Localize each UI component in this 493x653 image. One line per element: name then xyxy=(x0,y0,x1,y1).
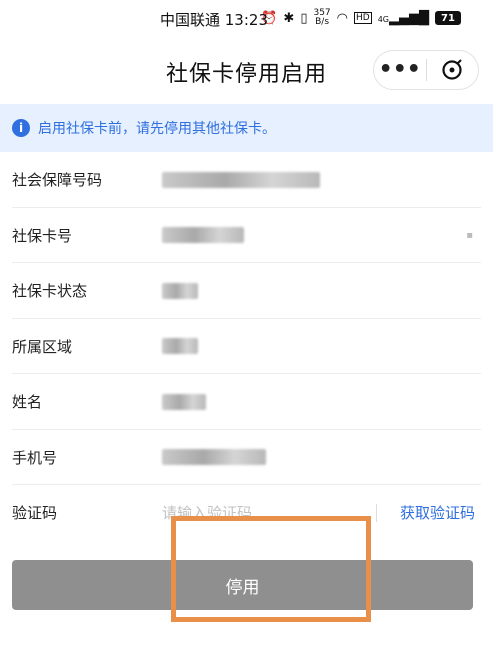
form-row-ssn: 社会保障号码 xyxy=(0,152,493,208)
close-circle-icon xyxy=(442,59,462,80)
get-code-button[interactable]: 获取验证码 xyxy=(400,502,475,523)
signal-label: 4G xyxy=(377,14,389,24)
net-speed: 357 B/s xyxy=(313,9,330,27)
redacted-value xyxy=(162,449,266,466)
form-row-card-number: 社保卡号 ▪ xyxy=(0,208,493,264)
row-label: 社保卡状态 xyxy=(12,282,88,301)
hd-icon: HD xyxy=(354,12,372,24)
row-label: 验证码 xyxy=(12,504,58,523)
row-label: 手机号 xyxy=(12,448,58,467)
redacted-value xyxy=(162,171,320,188)
redacted-value xyxy=(162,393,206,410)
bluetooth-icon: ✱ xyxy=(283,10,295,26)
form-row-verification: 验证码 获取验证码 xyxy=(0,485,493,541)
divider xyxy=(376,503,377,522)
status-bar: 中国联通 13:23 ⏰ ✱ ▯ 357 B/s ◠ HD 4G▂▄▆█ 71 xyxy=(0,0,493,36)
info-icon: i xyxy=(12,119,30,137)
battery-icon: 71 xyxy=(435,11,461,25)
status-icons: ⏰ ✱ ▯ 357 B/s ◠ HD 4G▂▄▆█ 71 xyxy=(261,9,461,27)
carrier-time: 中国联通 13:23 xyxy=(160,11,268,29)
card-info-form: 社会保障号码 社保卡号 ▪ 社保卡状态 所属区域 姓名 手机号 验证码 获取验证… xyxy=(0,152,493,541)
redacted-value xyxy=(162,282,198,299)
decorative-mark: ▪ xyxy=(466,229,473,241)
form-row-name: 姓名 xyxy=(0,374,493,430)
redacted-value xyxy=(162,227,244,244)
verification-code-input[interactable] xyxy=(162,503,362,522)
row-label: 社保卡号 xyxy=(12,226,73,245)
form-row-region: 所属区域 xyxy=(0,319,493,375)
mini-program-capsule: ••• xyxy=(373,50,479,90)
form-row-card-status: 社保卡状态 xyxy=(0,263,493,319)
notice-text: 启用社保卡前，请先停用其他社保卡。 xyxy=(38,121,276,137)
row-label: 所属区域 xyxy=(12,337,73,356)
wifi-icon: ◠ xyxy=(336,10,348,26)
notice-banner: i 启用社保卡前，请先停用其他社保卡。 xyxy=(0,104,493,152)
form-row-phone: 手机号 xyxy=(0,430,493,486)
signal-icon: 4G▂▄▆█ xyxy=(377,10,429,26)
vibrate-icon: ▯ xyxy=(300,10,308,26)
close-button[interactable] xyxy=(426,59,478,81)
row-label: 社会保障号码 xyxy=(12,171,103,190)
redacted-value xyxy=(162,338,198,355)
net-speed-unit: B/s xyxy=(315,17,330,27)
row-label: 姓名 xyxy=(12,393,43,412)
title-bar: 社保卡停用启用 ••• xyxy=(0,42,493,98)
disable-button[interactable]: 停用 xyxy=(12,560,473,610)
more-button[interactable]: ••• xyxy=(374,59,426,81)
